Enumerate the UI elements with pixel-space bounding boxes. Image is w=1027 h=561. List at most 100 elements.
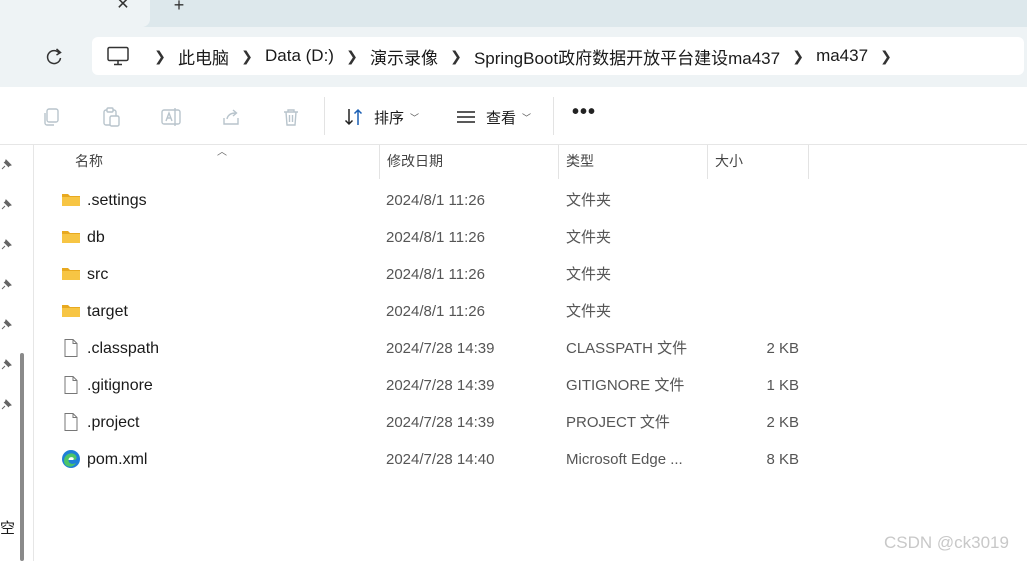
file-icon	[64, 339, 78, 357]
chevron-down-icon: ﹀	[410, 112, 420, 123]
close-tab-icon[interactable]: ✕	[114, 0, 132, 14]
file-type: 文件夹	[566, 266, 612, 283]
address-bar[interactable]: ❯ 此电脑 ❯ Data (D:) ❯ 演示录像 ❯ SpringBoot政府数…	[92, 37, 1024, 75]
computer-icon[interactable]	[106, 46, 130, 66]
file-name: pom.xml	[87, 451, 148, 468]
column-date[interactable]: 修改日期	[381, 145, 557, 179]
file-size	[715, 293, 799, 330]
pin-icon[interactable]	[0, 279, 12, 291]
file-row[interactable]: .gitignore 2024/7/28 14:39 GITIGNORE 文件 …	[35, 367, 1027, 404]
file-type: CLASSPATH 文件	[566, 340, 688, 357]
edge-icon	[62, 450, 80, 468]
file-date: 2024/8/1 11:26	[386, 229, 485, 246]
column-type[interactable]: 类型	[560, 145, 706, 179]
refresh-icon[interactable]	[44, 47, 64, 67]
rename-icon[interactable]	[160, 106, 182, 128]
share-icon[interactable]	[220, 106, 242, 128]
file-row[interactable]: .classpath 2024/7/28 14:39 CLASSPATH 文件 …	[35, 330, 1027, 367]
toolbar-divider	[324, 97, 325, 135]
file-size: 2 KB	[766, 340, 799, 357]
column-divider[interactable]	[379, 145, 380, 179]
file-size	[715, 256, 799, 293]
file-type: 文件夹	[566, 192, 612, 209]
breadcrumb-chevron-icon[interactable]: ❯	[231, 48, 263, 65]
file-name: .project	[87, 414, 140, 431]
active-tab[interactable]: ✕	[0, 0, 150, 27]
paste-icon[interactable]	[100, 106, 122, 128]
delete-icon[interactable]	[280, 106, 302, 128]
file-date: 2024/8/1 11:26	[386, 303, 485, 320]
sort-label: 排序	[374, 109, 405, 127]
column-divider[interactable]	[707, 145, 708, 179]
copy-icon[interactable]	[40, 106, 62, 128]
chevron-down-icon: ﹀	[522, 112, 532, 123]
more-options-button[interactable]: •••	[572, 101, 596, 124]
file-name: .classpath	[87, 340, 160, 357]
file-name: db	[87, 229, 105, 246]
folder-icon	[62, 194, 80, 206]
breadcrumb-chevron-icon[interactable]: ❯	[870, 48, 902, 65]
file-icon	[64, 413, 78, 431]
file-date: 2024/7/28 14:39	[386, 414, 495, 431]
file-name: target	[87, 303, 128, 320]
new-tab-icon[interactable]: +	[170, 0, 188, 14]
breadcrumb-chevron-icon[interactable]: ❯	[782, 48, 814, 65]
file-row[interactable]: db 2024/8/1 11:26 文件夹	[35, 219, 1027, 256]
file-date: 2024/7/28 14:39	[386, 340, 495, 357]
pin-icon[interactable]	[0, 159, 12, 171]
pin-icon[interactable]	[0, 319, 12, 331]
breadcrumb-drive[interactable]: Data (D:)	[263, 46, 336, 66]
file-type: 文件夹	[566, 303, 612, 320]
column-name[interactable]: 名称	[69, 145, 379, 179]
watermark: CSDN @ck3019	[884, 533, 1009, 552]
file-row[interactable]: .settings 2024/8/1 11:26 文件夹	[35, 182, 1027, 219]
address-row: ❯ 此电脑 ❯ Data (D:) ❯ 演示录像 ❯ SpringBoot政府数…	[0, 27, 1027, 87]
file-type: 文件夹	[566, 229, 612, 246]
column-divider[interactable]	[558, 145, 559, 179]
breadcrumb-folder-demo[interactable]: 演示录像	[368, 44, 440, 69]
file-date: 2024/7/28 14:40	[386, 451, 495, 468]
breadcrumb-this-pc[interactable]: 此电脑	[176, 44, 231, 69]
breadcrumb: ❯ 此电脑 ❯ Data (D:) ❯ 演示录像 ❯ SpringBoot政府数…	[106, 37, 902, 75]
file-type: GITIGNORE 文件	[566, 377, 685, 394]
column-header: ︿ 名称 修改日期 类型 大小	[35, 145, 1027, 179]
file-icon	[64, 376, 78, 394]
pin-icon[interactable]	[0, 399, 12, 411]
pin-icon[interactable]	[0, 239, 12, 251]
nav-scrollbar[interactable]	[20, 353, 24, 561]
command-bar: 排序 ﹀ 查看 ﹀ •••	[0, 87, 1027, 145]
file-name: .gitignore	[87, 377, 153, 394]
file-row[interactable]: .project 2024/7/28 14:39 PROJECT 文件 2 KB	[35, 404, 1027, 441]
file-row[interactable]: src 2024/8/1 11:26 文件夹	[35, 256, 1027, 293]
folder-icon	[62, 231, 80, 243]
column-divider[interactable]	[808, 145, 809, 179]
file-date: 2024/7/28 14:39	[386, 377, 495, 394]
file-row[interactable]: target 2024/8/1 11:26 文件夹	[35, 293, 1027, 330]
file-size	[715, 219, 799, 256]
file-size	[715, 182, 799, 219]
breadcrumb-folder-current[interactable]: ma437	[814, 46, 870, 66]
tab-strip: ✕ +	[0, 0, 1027, 27]
folder-icon	[62, 305, 80, 317]
view-button[interactable]: 查看 ﹀	[456, 103, 531, 131]
sort-icon	[344, 108, 363, 126]
view-list-icon	[457, 111, 475, 123]
folder-icon	[62, 268, 80, 280]
pin-icon[interactable]	[0, 359, 12, 371]
file-row[interactable]: pom.xml 2024/7/28 14:40 Microsoft Edge .…	[35, 441, 1027, 478]
file-type: PROJECT 文件	[566, 414, 670, 431]
view-label: 查看	[486, 109, 517, 127]
nav-item-label[interactable]: 空	[0, 517, 15, 538]
column-size[interactable]: 大小	[709, 145, 807, 179]
file-size: 1 KB	[766, 377, 799, 394]
pin-icon[interactable]	[0, 199, 12, 211]
navigation-pane: 空	[0, 145, 34, 561]
file-date: 2024/8/1 11:26	[386, 266, 485, 283]
file-size: 2 KB	[766, 414, 799, 431]
toolbar-divider	[553, 97, 554, 135]
breadcrumb-chevron-icon[interactable]: ❯	[144, 48, 176, 65]
breadcrumb-folder-project[interactable]: SpringBoot政府数据开放平台建设ma437	[472, 44, 782, 69]
breadcrumb-chevron-icon[interactable]: ❯	[440, 48, 472, 65]
breadcrumb-chevron-icon[interactable]: ❯	[336, 48, 368, 65]
sort-button[interactable]: 排序 ﹀	[344, 103, 419, 131]
